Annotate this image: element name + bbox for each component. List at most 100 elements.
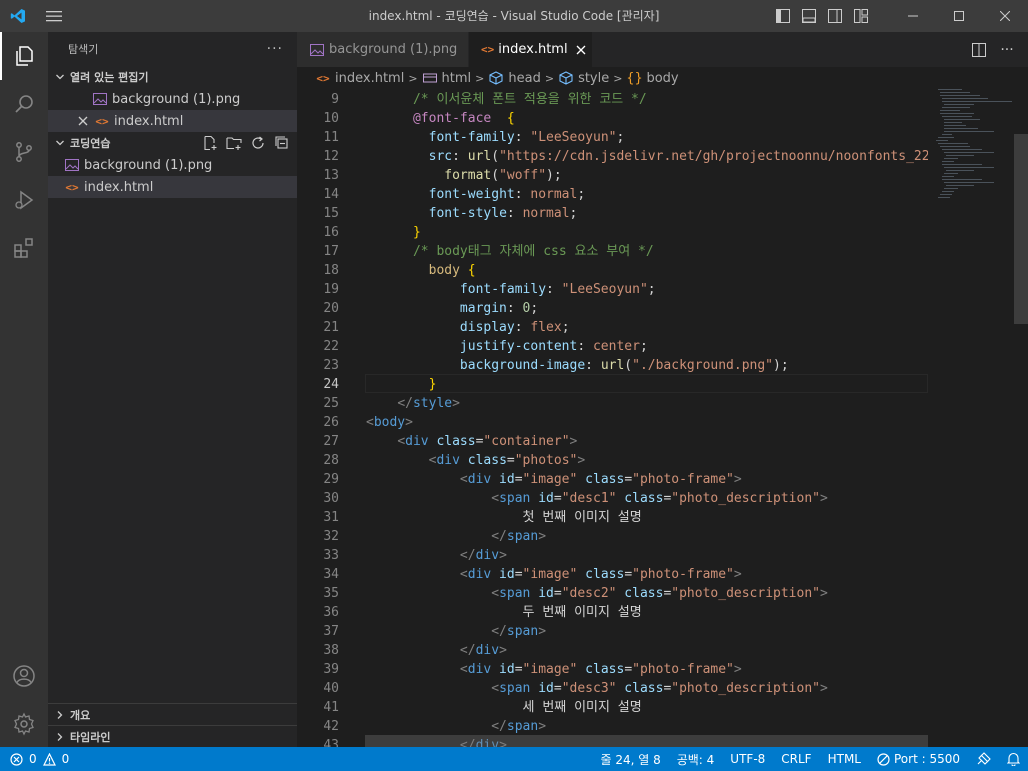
- run-debug-icon[interactable]: [0, 176, 48, 224]
- scrollbar-thumb[interactable]: [1014, 134, 1028, 324]
- minimap[interactable]: [928, 89, 1014, 747]
- image-file-icon: [92, 91, 108, 107]
- code-line[interactable]: 17 /* body태그 자체에 css 요소 부여 */: [297, 242, 928, 261]
- code-line[interactable]: 22 justify-content: center;: [297, 337, 928, 356]
- code-line[interactable]: 13 format("woff");: [297, 166, 928, 185]
- customize-layout-icon[interactable]: [848, 0, 874, 32]
- language-mode[interactable]: HTML: [828, 752, 861, 766]
- code-line[interactable]: 42 </span>: [297, 717, 928, 736]
- chevron-right-icon: >: [613, 71, 623, 85]
- settings-gear-icon[interactable]: [0, 700, 48, 748]
- breadcrumb-body[interactable]: {} body: [626, 70, 678, 86]
- code-line[interactable]: 19 font-family: "LeeSeoyun";: [297, 280, 928, 299]
- code-line[interactable]: 27 <div class="container">: [297, 432, 928, 451]
- live-server-port[interactable]: Port : 5500: [877, 752, 960, 766]
- code-line[interactable]: 32 </span>: [297, 527, 928, 546]
- more-actions-icon[interactable]: ···: [996, 39, 1018, 61]
- code-line[interactable]: 37 </span>: [297, 622, 928, 641]
- line-number: 35: [323, 586, 339, 601]
- code-text: </span>: [491, 529, 547, 544]
- line-ending[interactable]: CRLF: [781, 752, 811, 766]
- code-editor[interactable]: 9 /* 이서윤체 폰트 적용을 위한 코드 */10 @font-face {…: [297, 89, 928, 747]
- code-line[interactable]: 10 @font-face {: [297, 109, 928, 128]
- search-icon[interactable]: [0, 80, 48, 128]
- toggle-primary-sidebar-icon[interactable]: [770, 0, 796, 32]
- folder-title: 코딩연습: [70, 137, 111, 150]
- source-control-icon[interactable]: [0, 128, 48, 176]
- timeline-section[interactable]: 타임라인: [48, 725, 297, 747]
- code-line[interactable]: 33 </div>: [297, 546, 928, 565]
- code-line[interactable]: 11 font-family: "LeeSeoyun";: [297, 128, 928, 147]
- close-tab-icon[interactable]: [576, 41, 586, 59]
- code-text: font-style: normal;: [428, 206, 578, 221]
- minimize-icon[interactable]: [890, 0, 936, 32]
- breadcrumb-style[interactable]: style: [558, 70, 609, 86]
- code-line[interactable]: 25 </style>: [297, 394, 928, 413]
- folder-section[interactable]: 코딩연습: [48, 132, 297, 154]
- code-line[interactable]: 30 <span id="desc1" class="photo_descrip…: [297, 489, 928, 508]
- encoding[interactable]: UTF-8: [730, 752, 765, 766]
- code-line[interactable]: 14 font-weight: normal;: [297, 185, 928, 204]
- code-line[interactable]: 28 <div class="photos">: [297, 451, 928, 470]
- toggle-secondary-sidebar-icon[interactable]: [822, 0, 848, 32]
- code-line[interactable]: 38 </div>: [297, 641, 928, 660]
- open-editor-item-png[interactable]: background (1).png: [48, 88, 297, 110]
- code-line[interactable]: 23 background-image: url("./background.p…: [297, 356, 928, 375]
- line-number: 10: [323, 111, 339, 126]
- explorer-icon[interactable]: [0, 32, 48, 80]
- code-text: </div>: [459, 548, 507, 563]
- file-item-html[interactable]: <> index.html: [48, 176, 297, 198]
- cursor-position[interactable]: 줄 24, 열 8: [600, 751, 660, 768]
- code-line[interactable]: 24 }: [297, 375, 928, 394]
- toggle-panel-icon[interactable]: [796, 0, 822, 32]
- code-line[interactable]: 9 /* 이서윤체 폰트 적용을 위한 코드 */: [297, 90, 928, 109]
- chevron-right-icon: [52, 732, 68, 742]
- new-file-icon[interactable]: [201, 134, 219, 152]
- code-line[interactable]: 12 src: url("https://cdn.jsdelivr.net/gh…: [297, 147, 928, 166]
- extensions-icon[interactable]: [0, 224, 48, 272]
- code-text: background-image: url("./background.png"…: [459, 358, 789, 373]
- code-line[interactable]: 29 <div id="image" class="photo-frame">: [297, 470, 928, 489]
- feedback-icon[interactable]: [976, 752, 991, 766]
- account-icon[interactable]: [0, 652, 48, 700]
- open-editor-item-html[interactable]: <> index.html: [48, 110, 297, 132]
- code-line[interactable]: 20 margin: 0;: [297, 299, 928, 318]
- new-folder-icon[interactable]: [225, 134, 243, 152]
- code-line[interactable]: 40 <span id="desc3" class="photo_descrip…: [297, 679, 928, 698]
- breadcrumb-file[interactable]: <> index.html: [315, 70, 404, 86]
- open-editors-section[interactable]: 열려 있는 편집기: [48, 66, 297, 88]
- breadcrumb-head[interactable]: head: [488, 70, 541, 86]
- collapse-all-icon[interactable]: [273, 134, 291, 152]
- menu-icon[interactable]: [36, 0, 72, 32]
- line-number: 23: [323, 358, 339, 373]
- tab-index-html[interactable]: <> index.html: [469, 32, 593, 67]
- code-line[interactable]: 15 font-style: normal;: [297, 204, 928, 223]
- more-actions-icon[interactable]: ···: [267, 41, 283, 57]
- breadcrumb-html[interactable]: html: [422, 70, 471, 86]
- code-line[interactable]: 34 <div id="image" class="photo-frame">: [297, 565, 928, 584]
- tab-background-png[interactable]: background (1).png: [297, 32, 469, 67]
- problems-indicator[interactable]: 0 0: [0, 752, 69, 766]
- horizontal-scrollbar[interactable]: [365, 735, 928, 747]
- split-editor-icon[interactable]: [968, 39, 990, 61]
- indentation[interactable]: 공백: 4: [677, 751, 715, 768]
- error-count: 0: [29, 752, 37, 766]
- vertical-scrollbar[interactable]: [1014, 89, 1028, 747]
- refresh-icon[interactable]: [249, 134, 267, 152]
- code-line[interactable]: 35 <span id="desc2" class="photo_descrip…: [297, 584, 928, 603]
- code-line[interactable]: 39 <div id="image" class="photo-frame">: [297, 660, 928, 679]
- close-editor-icon[interactable]: [74, 116, 92, 126]
- close-window-icon[interactable]: [982, 0, 1028, 32]
- code-line[interactable]: 21 display: flex;: [297, 318, 928, 337]
- code-line[interactable]: 26 <body>: [297, 413, 928, 432]
- outline-section[interactable]: 개요: [48, 703, 297, 725]
- code-line[interactable]: 16 }: [297, 223, 928, 242]
- file-item-png[interactable]: background (1).png: [48, 154, 297, 176]
- activity-bar: [0, 32, 48, 747]
- code-line[interactable]: 41 세 번째 이미지 설명: [297, 698, 928, 717]
- maximize-icon[interactable]: [936, 0, 982, 32]
- code-line[interactable]: 18 body {: [297, 261, 928, 280]
- code-line[interactable]: 31 첫 번째 이미지 설명: [297, 508, 928, 527]
- notifications-bell-icon[interactable]: [1007, 752, 1020, 766]
- code-line[interactable]: 36 두 번째 이미지 설명: [297, 603, 928, 622]
